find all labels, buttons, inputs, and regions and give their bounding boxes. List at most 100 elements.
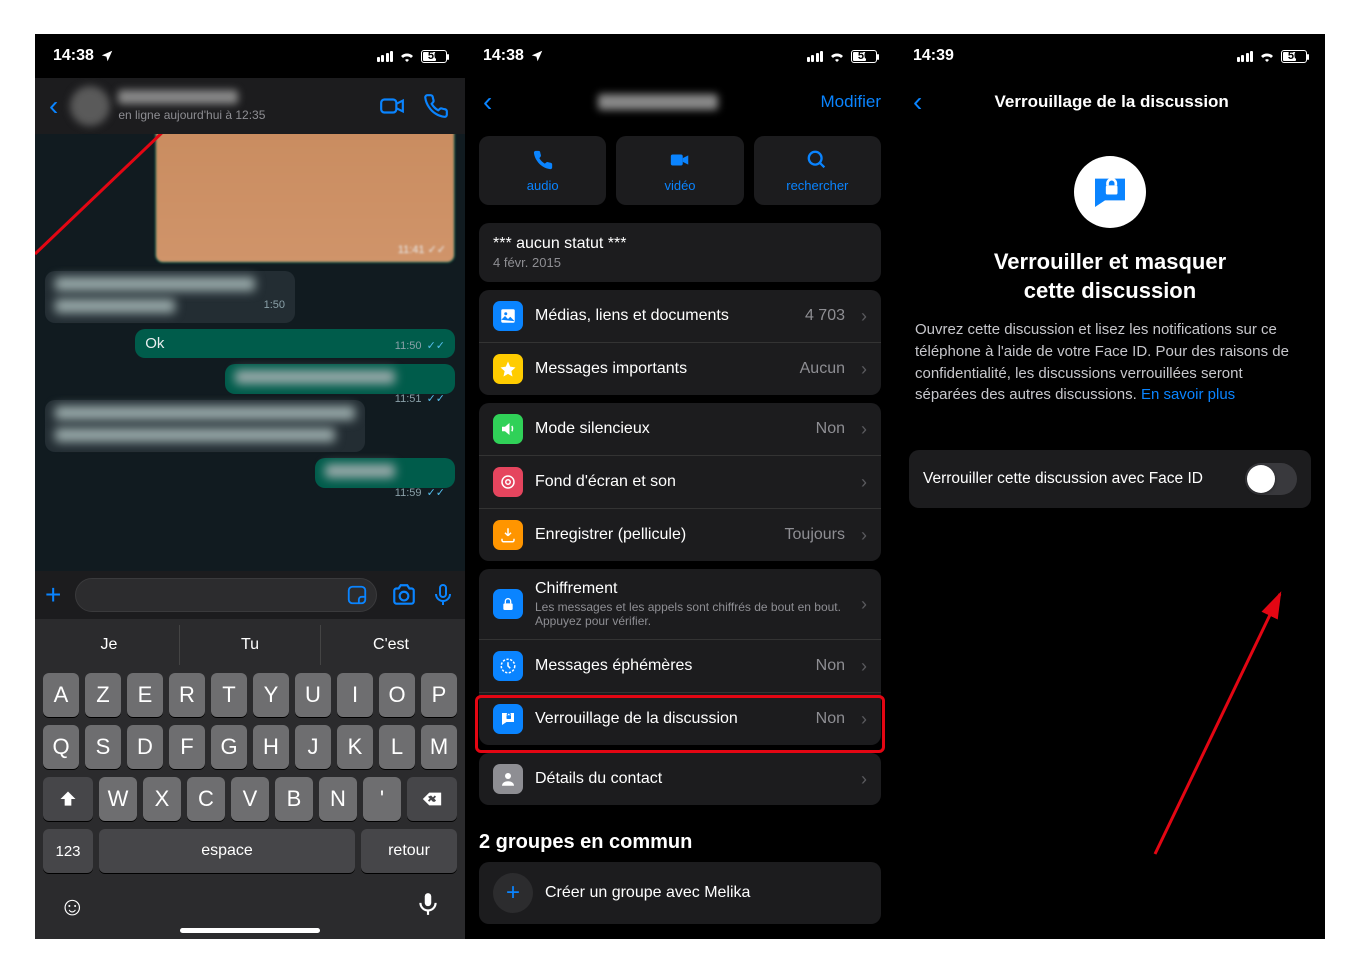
suggestion[interactable]: C'est (321, 625, 461, 665)
messages-area[interactable]: 11:41 ✓✓ 1:50 Ok 11:50 ✓✓ 11:51 ✓✓ 11:59… (35, 90, 465, 579)
location-icon (100, 49, 114, 63)
contact-details-row[interactable]: Détails du contact › (479, 753, 881, 805)
shift-key[interactable] (43, 777, 93, 821)
key[interactable]: K (337, 725, 373, 769)
key[interactable]: P (421, 673, 457, 717)
status-card[interactable]: *** aucun statut *** 4 févr. 2015 (479, 223, 881, 282)
lock-icon (500, 596, 516, 612)
key[interactable]: H (253, 725, 289, 769)
suggestion[interactable]: Je (39, 625, 180, 665)
key[interactable]: L (379, 725, 415, 769)
space-key[interactable]: espace (99, 829, 355, 873)
key[interactable]: O (379, 673, 415, 717)
info-header: ‹ Modifier (465, 78, 895, 126)
key[interactable]: D (127, 725, 163, 769)
message-out[interactable]: Ok 11:50 ✓✓ (135, 329, 455, 358)
ephemeral-row[interactable]: Messages éphémères Non› (479, 639, 881, 692)
edit-button[interactable]: Modifier (821, 92, 881, 112)
mic-icon[interactable] (431, 583, 455, 607)
mute-row[interactable]: Mode silencieux Non› (479, 403, 881, 455)
contact-name-blurred (118, 90, 238, 104)
key[interactable]: V (231, 777, 269, 821)
wifi-icon (1259, 50, 1275, 62)
star-icon (499, 360, 517, 378)
chat-lock-icon (499, 710, 517, 728)
key[interactable]: C (187, 777, 225, 821)
lock-description: Ouvrez cette discussion et lisez les not… (895, 305, 1325, 420)
audio-call-button[interactable]: audio (479, 136, 606, 205)
status-time: 14:39 (913, 47, 954, 65)
key[interactable]: ' (363, 777, 401, 821)
attach-button[interactable]: + (45, 579, 61, 611)
phone-icon (532, 149, 554, 171)
dictation-icon[interactable] (415, 891, 441, 917)
status-time: 14:38 (53, 47, 94, 65)
battery-icon: 50 (1281, 50, 1307, 63)
encryption-row[interactable]: Chiffrement Les messages et les appels s… (479, 569, 881, 639)
back-button[interactable]: ‹ (45, 90, 62, 122)
video-call-button[interactable]: vidéo (616, 136, 743, 205)
key[interactable]: W (99, 777, 137, 821)
location-icon (530, 49, 544, 63)
key[interactable]: Z (85, 673, 121, 717)
key[interactable]: I (337, 673, 373, 717)
media-row[interactable]: Médias, liens et documents 4 703› (479, 290, 881, 342)
status-bar: 14:39 50 (895, 34, 1325, 78)
message-out[interactable]: 11:51 ✓✓ (225, 364, 455, 394)
key[interactable]: Q (43, 725, 79, 769)
person-icon (499, 770, 517, 788)
key[interactable]: F (169, 725, 205, 769)
key[interactable]: S (85, 725, 121, 769)
key[interactable]: J (295, 725, 331, 769)
contact-title[interactable]: en ligne aujourd'hui à 12:35 (118, 90, 371, 122)
wallpaper-row[interactable]: Fond d'écran et son › (479, 455, 881, 508)
battery-icon: 50 (421, 50, 447, 63)
download-icon (499, 526, 517, 544)
key[interactable]: X (143, 777, 181, 821)
chat-lock-row[interactable]: Verrouillage de la discussion Non› (479, 692, 881, 745)
suggestion[interactable]: Tu (180, 625, 321, 665)
camera-icon[interactable] (391, 582, 417, 608)
emoji-key[interactable]: ☺ (59, 891, 86, 922)
avatar[interactable] (70, 86, 110, 126)
key[interactable]: E (127, 673, 163, 717)
message-in[interactable] (45, 400, 365, 452)
contact-name-blurred (598, 94, 718, 110)
lock-toggle[interactable] (1245, 463, 1297, 495)
numbers-key[interactable]: 123 (43, 829, 93, 873)
video-call-icon[interactable] (379, 93, 405, 119)
key[interactable]: Y (253, 673, 289, 717)
message-input[interactable] (75, 578, 377, 612)
sticker-icon[interactable] (346, 584, 368, 606)
settings-card: Mode silencieux Non› Fond d'écran et son… (479, 403, 881, 561)
backspace-key[interactable] (407, 777, 457, 821)
search-icon (806, 149, 828, 171)
key[interactable]: N (319, 777, 357, 821)
keyboard-suggestions: Je Tu C'est (39, 625, 461, 665)
search-button[interactable]: rechercher (754, 136, 881, 205)
return-key[interactable]: retour (361, 829, 457, 873)
key[interactable]: U (295, 673, 331, 717)
key[interactable]: M (421, 725, 457, 769)
key[interactable]: A (43, 673, 79, 717)
contact-details-card: Détails du contact › (479, 753, 881, 805)
key[interactable]: R (169, 673, 205, 717)
signal-icon (1237, 51, 1254, 62)
wallpaper-icon (499, 473, 517, 491)
back-button[interactable]: ‹ (479, 86, 496, 118)
signal-icon (807, 51, 824, 62)
phone-call-icon[interactable] (423, 93, 449, 119)
learn-more-link[interactable]: En savoir plus (1141, 386, 1235, 403)
message-in[interactable]: 1:50 (45, 271, 295, 323)
create-group-row[interactable]: + Créer un groupe avec Melika (479, 862, 881, 924)
phone-contact-info: 14:38 50 ‹ Modifier audio vidéo recherch… (465, 34, 895, 939)
key[interactable]: B (275, 777, 313, 821)
key[interactable]: G (211, 725, 247, 769)
annotation-arrow (1125, 574, 1325, 874)
key[interactable]: T (211, 673, 247, 717)
action-buttons-row: audio vidéo rechercher (465, 126, 895, 215)
home-indicator (180, 928, 320, 933)
message-out[interactable]: 11:59 ✓✓ (315, 458, 455, 488)
save-row[interactable]: Enregistrer (pellicule) Toujours› (479, 508, 881, 561)
starred-row[interactable]: Messages importants Aucun› (479, 342, 881, 395)
